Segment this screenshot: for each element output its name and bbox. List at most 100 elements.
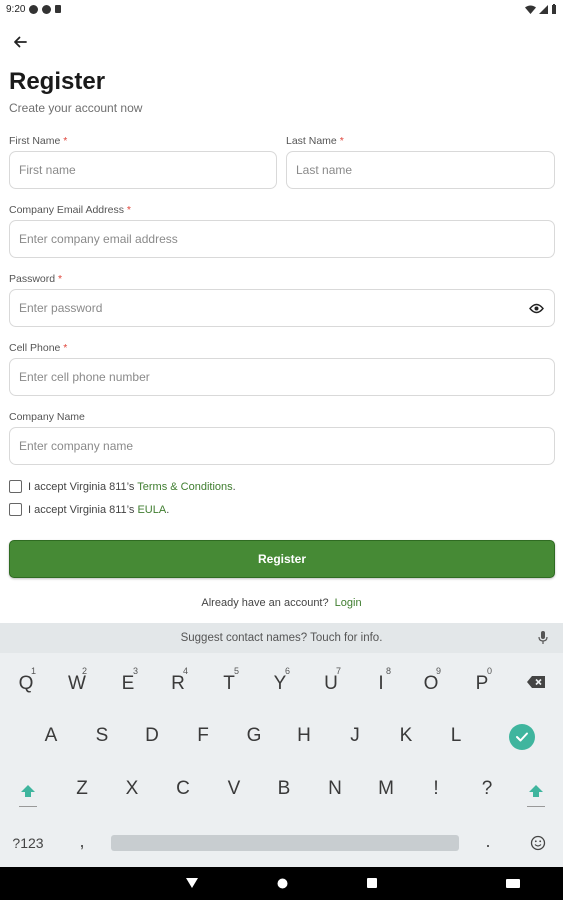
- cell-phone-field[interactable]: [9, 358, 555, 396]
- symbols-key[interactable]: ?123: [6, 831, 50, 855]
- key-i[interactable]: 8I: [361, 664, 401, 704]
- cell-phone-input[interactable]: [19, 370, 545, 384]
- checkmark-icon: [516, 732, 528, 742]
- email-label-text: Company Email Address: [9, 204, 124, 216]
- battery-icon: [552, 4, 556, 14]
- shift-left-key[interactable]: [12, 775, 44, 815]
- key-m[interactable]: M: [366, 769, 406, 809]
- company-name-field[interactable]: [9, 427, 555, 465]
- eula-link[interactable]: EULA: [137, 504, 166, 516]
- company-name-input[interactable]: [19, 439, 545, 453]
- key-number-hint: 1: [30, 666, 36, 676]
- backspace-icon: [527, 676, 545, 688]
- eula-checkbox[interactable]: [9, 503, 22, 516]
- key-a[interactable]: A: [31, 716, 71, 756]
- circle-home-icon: [277, 878, 287, 888]
- key-label: Q: [18, 673, 34, 694]
- shift-right-key[interactable]: [520, 775, 552, 815]
- mic-icon[interactable]: [537, 631, 549, 645]
- key-question[interactable]: ?: [467, 769, 507, 809]
- status-left: 9:20: [6, 4, 62, 15]
- key-w[interactable]: 2W: [57, 664, 97, 704]
- key-h[interactable]: H: [284, 716, 324, 756]
- backspace-key[interactable]: [522, 670, 550, 694]
- key-label: T: [223, 673, 235, 694]
- eula-prefix: I accept Virginia 811’s: [28, 503, 138, 516]
- square-recents-icon: [367, 878, 377, 888]
- status-bar: 9:20: [0, 0, 563, 18]
- keyboard-icon: [506, 878, 520, 888]
- password-field[interactable]: [9, 289, 555, 327]
- key-z[interactable]: Z: [62, 769, 102, 809]
- terms-checkbox[interactable]: [9, 480, 22, 493]
- key-j[interactable]: J: [335, 716, 375, 756]
- key-b[interactable]: B: [264, 769, 304, 809]
- key-label: I: [378, 673, 384, 694]
- key-v[interactable]: V: [214, 769, 254, 809]
- key-c[interactable]: C: [163, 769, 203, 809]
- login-prompt: Already have an account?: [201, 597, 329, 609]
- comma-key[interactable]: ,: [70, 829, 94, 853]
- first-name-input[interactable]: [19, 163, 267, 177]
- key-number-hint: 5: [233, 666, 239, 676]
- suggestion-strip[interactable]: Suggest contact names? Touch for info.: [0, 623, 563, 653]
- key-k[interactable]: K: [386, 716, 426, 756]
- terms-link[interactable]: Terms & Conditions: [137, 481, 232, 493]
- email-input[interactable]: [19, 232, 545, 246]
- key-e[interactable]: 3E: [108, 664, 148, 704]
- key-p[interactable]: 0P: [462, 664, 502, 704]
- key-u[interactable]: 7U: [311, 664, 351, 704]
- key-y[interactable]: 6Y: [260, 664, 300, 704]
- status-right: [525, 4, 557, 14]
- sd-card-icon: [55, 5, 62, 13]
- eye-icon: [528, 303, 544, 313]
- first-name-field[interactable]: [9, 151, 277, 189]
- key-f[interactable]: F: [183, 716, 223, 756]
- required-marker: *: [58, 273, 63, 285]
- done-key[interactable]: [508, 723, 536, 751]
- key-r[interactable]: 4R: [158, 664, 198, 704]
- key-exclamation[interactable]: !: [416, 769, 456, 809]
- system-nav-bar: [0, 867, 563, 900]
- last-name-input[interactable]: [296, 163, 545, 177]
- key-s[interactable]: S: [82, 716, 122, 756]
- key-t[interactable]: 5T: [209, 664, 249, 704]
- key-g[interactable]: G: [234, 716, 274, 756]
- nav-back-button[interactable]: [184, 876, 200, 890]
- last-name-field[interactable]: [286, 151, 555, 189]
- key-x[interactable]: X: [112, 769, 152, 809]
- key-l[interactable]: L: [436, 716, 476, 756]
- emoji-key[interactable]: [526, 831, 550, 855]
- key-number-hint: 8: [385, 666, 391, 676]
- key-d[interactable]: D: [132, 716, 172, 756]
- toggle-password-visibility-button[interactable]: [527, 299, 545, 317]
- key-n[interactable]: N: [315, 769, 355, 809]
- eula-suffix: .: [166, 503, 170, 516]
- nav-home-button[interactable]: [274, 876, 290, 890]
- nav-recents-button[interactable]: [364, 876, 380, 890]
- email-field[interactable]: [9, 220, 555, 258]
- key-q[interactable]: 1Q: [6, 664, 46, 704]
- password-input[interactable]: [19, 301, 527, 315]
- required-marker: *: [63, 342, 68, 354]
- register-button[interactable]: Register: [9, 540, 555, 578]
- key-number-hint: 6: [284, 666, 290, 676]
- key-label: E: [121, 673, 135, 694]
- nav-keyboard-switch-button[interactable]: [504, 876, 522, 890]
- terms-text: I accept Virginia 811’s Terms & Conditio…: [28, 481, 236, 493]
- key-label: O: [423, 673, 439, 694]
- required-marker: *: [63, 135, 68, 147]
- back-button[interactable]: [10, 32, 30, 52]
- key-number-hint: 7: [335, 666, 341, 676]
- wifi-icon: [525, 5, 536, 14]
- eula-row: I accept Virginia 811’s EULA.: [9, 503, 169, 516]
- key-label: U: [324, 673, 338, 694]
- password-label: Password *: [9, 273, 62, 285]
- key-o[interactable]: 9O: [411, 664, 451, 704]
- suggestion-text[interactable]: Suggest contact names? Touch for info.: [181, 632, 383, 644]
- login-link[interactable]: Login: [335, 597, 362, 609]
- period-key[interactable]: .: [476, 829, 500, 853]
- key-number-hint: 9: [435, 666, 441, 676]
- space-bar[interactable]: [111, 835, 459, 851]
- sync-icon: [42, 4, 52, 14]
